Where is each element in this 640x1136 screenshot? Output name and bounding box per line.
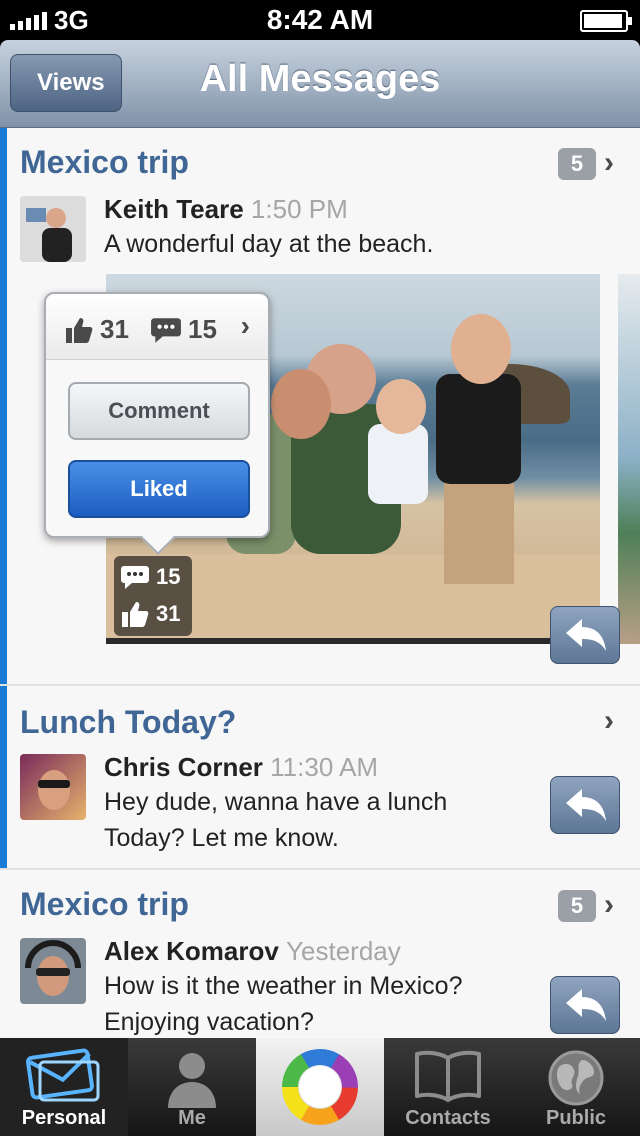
thread-title: Mexico trip [20, 144, 189, 180]
popover-stats: 31 15 › [46, 294, 268, 360]
sender-line: Keith Teare 1:50 PM [104, 194, 348, 225]
chevron-right-icon[interactable]: › [241, 310, 250, 342]
thread-item[interactable]: Lunch Today? › Chris Corner 11:30 AM Hey… [0, 686, 640, 870]
tab-contacts[interactable]: Contacts [384, 1038, 512, 1136]
tab-label: Contacts [405, 1107, 491, 1129]
message-text: How is it the weather in Mexico? Enjoyin… [104, 968, 462, 1038]
popover-comment-count: 15 [188, 314, 217, 344]
envelopes-icon [26, 1048, 100, 1102]
reply-button[interactable] [550, 606, 620, 664]
message-time: 1:50 PM [250, 194, 348, 224]
message-line: Enjoying vacation? [104, 1008, 314, 1036]
unread-indicator [0, 128, 7, 684]
battery-icon [580, 10, 632, 32]
sender-line: Alex Komarov Yesterday [104, 936, 401, 967]
message-text: Hey dude, wanna have a lunch Today? Let … [104, 784, 447, 856]
next-photo-preview[interactable] [618, 274, 640, 644]
popover-likes[interactable]: 31 [64, 314, 129, 345]
message-line: Today? Let me know. [104, 824, 339, 852]
globe-icon [548, 1050, 604, 1106]
thread-item[interactable]: Mexico trip 5 › Alex Komarov Yesterday H… [0, 870, 640, 1038]
popover-like-count: 31 [100, 314, 129, 344]
chevron-right-icon[interactable]: › [604, 888, 614, 922]
tab-label: Personal [21, 1107, 107, 1129]
comment-button[interactable]: Comment [68, 382, 250, 440]
tab-me[interactable]: Me [128, 1038, 256, 1136]
popover-comments[interactable]: 15 [150, 314, 217, 345]
status-bar: 3G 8:42 AM [0, 0, 640, 40]
thumbs-up-icon [66, 317, 93, 343]
avatar[interactable] [20, 754, 86, 820]
tab-bar: Personal Me Contacts Public [0, 1038, 640, 1136]
action-popover: 31 15 › Comment Liked [44, 292, 270, 538]
color-ring-icon [282, 1049, 358, 1125]
reply-arrow-icon [566, 619, 606, 651]
avatar[interactable] [20, 196, 86, 262]
photo-stats-overlay: 15 31 [114, 556, 192, 636]
photo-comment-count: 15 [156, 564, 181, 589]
liked-button[interactable]: Liked [68, 460, 250, 518]
thread-title: Lunch Today? [20, 704, 237, 740]
message-time: Yesterday [286, 936, 401, 966]
sender-name: Alex Komarov [104, 936, 279, 966]
message-line: How is it the weather in Mexico? [104, 972, 463, 1000]
message-count-badge: 5 [558, 148, 596, 180]
unread-indicator [0, 686, 7, 868]
thread-title: Mexico trip [20, 886, 189, 922]
reply-button[interactable] [550, 776, 620, 834]
photo-like-count: 31 [156, 601, 181, 626]
comment-icon [121, 566, 149, 589]
person-icon [168, 1053, 216, 1108]
tab-personal[interactable]: Personal [0, 1038, 128, 1136]
book-icon [415, 1050, 481, 1102]
clock: 8:42 AM [266, 4, 374, 35]
message-list[interactable]: Mexico trip 5 › Keith Teare 1:50 PM A wo… [0, 128, 640, 1038]
message-count-badge: 5 [558, 890, 596, 922]
chevron-right-icon[interactable]: › [604, 704, 614, 738]
sender-name: Chris Corner [104, 752, 263, 782]
chevron-right-icon[interactable]: › [604, 146, 614, 180]
page-title: All Messages [199, 58, 441, 100]
reply-button[interactable] [550, 976, 620, 1034]
reply-arrow-icon [566, 789, 606, 821]
tab-label: Public [545, 1107, 606, 1129]
sender-line: Chris Corner 11:30 AM [104, 752, 378, 783]
navigation-bar: Views All Messages [0, 40, 640, 128]
avatar[interactable] [20, 938, 86, 1004]
thread-item[interactable]: Mexico trip 5 › Keith Teare 1:50 PM A wo… [0, 128, 640, 686]
reply-arrow-icon [566, 989, 606, 1021]
tab-public[interactable]: Public [512, 1038, 640, 1136]
message-line: Hey dude, wanna have a lunch [104, 788, 448, 816]
thumbs-up-icon [122, 602, 149, 627]
comment-icon [151, 317, 181, 343]
message-text: A wonderful day at the beach. [104, 230, 434, 258]
tab-label: Me [178, 1107, 206, 1129]
sender-name: Keith Teare [104, 194, 244, 224]
tab-home[interactable] [256, 1038, 384, 1136]
message-time: 11:30 AM [270, 752, 379, 782]
